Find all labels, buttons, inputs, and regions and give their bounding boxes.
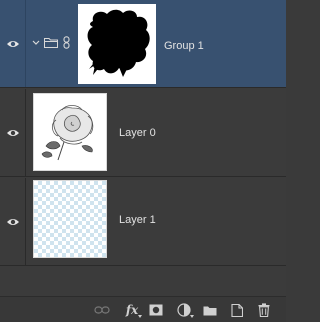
visibility-toggle[interactable] [0, 89, 26, 176]
layer-name[interactable]: Group 1 [164, 40, 204, 52]
layer-row-layer-1[interactable]: Layer 1 [0, 178, 286, 266]
rose-sketch-image [34, 94, 106, 170]
delete-layer-button[interactable] [256, 302, 272, 318]
new-group-button[interactable] [202, 302, 218, 318]
new-layer-button[interactable] [229, 302, 245, 318]
fx-icon: fx [125, 303, 139, 317]
adjustment-layer-icon [177, 303, 191, 317]
group-controls [32, 36, 70, 49]
link-layers-button[interactable] [94, 302, 110, 318]
fx-button[interactable]: fx [122, 302, 142, 318]
eye-icon [6, 40, 19, 47]
layer-thumbnail[interactable] [33, 93, 107, 171]
dropdown-arrow-icon [190, 315, 194, 318]
layer-name[interactable]: Layer 1 [119, 214, 156, 226]
trash-icon [258, 303, 270, 317]
adjustment-layer-button[interactable] [176, 302, 194, 318]
layer-mask-thumbnail[interactable] [78, 4, 156, 84]
visibility-toggle[interactable] [0, 178, 26, 265]
link-layers-icon [94, 306, 110, 314]
folder-icon [44, 38, 58, 48]
chevron-down-icon[interactable] [32, 39, 40, 47]
layers-list: Group 1 Layer 0 Layer 1 [0, 0, 286, 266]
layer-thumbnail-transparent[interactable] [33, 180, 107, 258]
eye-icon [6, 218, 19, 225]
mask-silhouette [87, 9, 150, 77]
eye-icon [6, 129, 19, 136]
layers-footer-toolbar: fx [0, 296, 286, 322]
layer-row-layer-0[interactable]: Layer 0 [0, 89, 286, 177]
new-layer-icon [231, 303, 243, 317]
dropdown-arrow-icon [138, 315, 142, 318]
layer-name[interactable]: Layer 0 [119, 127, 156, 139]
add-mask-button[interactable] [148, 302, 164, 318]
layer-row-group-1[interactable]: Group 1 [0, 0, 286, 88]
layers-panel: Group 1 Layer 0 Layer 1 fx [0, 0, 286, 322]
add-mask-icon [149, 304, 163, 316]
chain-link-icon[interactable] [63, 36, 70, 49]
new-group-icon [203, 306, 217, 315]
visibility-toggle[interactable] [0, 0, 26, 87]
